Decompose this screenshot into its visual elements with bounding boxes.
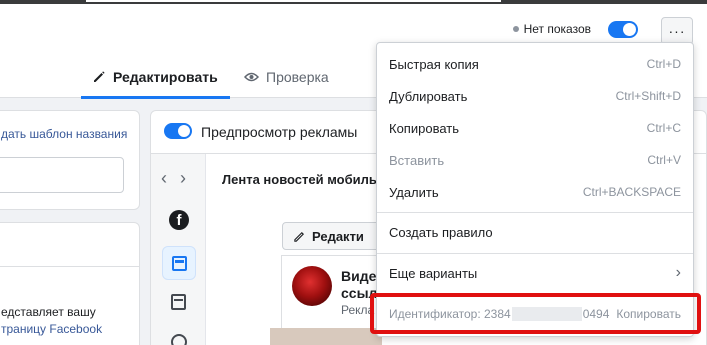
- menu-item-label: Копировать: [389, 120, 459, 136]
- toggle-knob: [623, 23, 636, 36]
- menu-item-copy[interactable]: Копировать Ctrl+C: [377, 112, 693, 144]
- tab-edit-label: Редактировать: [113, 69, 218, 85]
- card-divider: [0, 266, 139, 267]
- menu-item-shortcut: Ctrl+V: [647, 153, 681, 167]
- facebook-page-link[interactable]: траницу Facebook: [1, 322, 102, 336]
- pencil-icon: [294, 231, 305, 242]
- identity-card: едставляет вашу траницу Facebook: [0, 222, 140, 345]
- delivery-status: Нет показов: [512, 22, 591, 36]
- placement-nav: ‹ ›: [161, 168, 190, 189]
- active-tab-indicator: [81, 96, 230, 99]
- eye-icon: [244, 72, 259, 82]
- preview-title: Предпросмотр рекламы: [201, 124, 358, 140]
- highlight-box: [370, 293, 701, 334]
- tab-edit[interactable]: Редактировать: [92, 62, 218, 92]
- preview-toggle-knob: [178, 125, 190, 137]
- menu-item-shortcut: Ctrl+C: [646, 121, 681, 135]
- tab-review-label: Проверка: [266, 69, 329, 85]
- menu-item-label: Создать правило: [389, 224, 493, 240]
- ad-toggle[interactable]: [608, 21, 638, 38]
- menu-item-label: Дублировать: [389, 88, 468, 104]
- messenger-icon[interactable]: [171, 334, 187, 345]
- menu-item-label: Быстрая копия: [389, 56, 479, 72]
- menu-item-duplicate[interactable]: Дублировать Ctrl+Shift+D: [377, 80, 693, 112]
- page-avatar: [292, 266, 332, 306]
- feed-placement-label: Лента новостей мобильн: [222, 172, 385, 187]
- menu-item-shortcut: Ctrl+BACKSPACE: [582, 185, 681, 199]
- chevron-right-icon: ›: [675, 264, 681, 281]
- edit-preview-label: Редакти: [312, 228, 364, 244]
- chevron-right-icon[interactable]: ›: [180, 168, 190, 189]
- more-options-button[interactable]: ···: [661, 17, 693, 45]
- edit-preview-button[interactable]: Редакти: [282, 222, 382, 250]
- menu-item-label: Удалить: [389, 184, 439, 200]
- menu-item-more-variants[interactable]: Еще варианты ›: [377, 257, 693, 289]
- menu-item-quick-copy[interactable]: Быстрая копия Ctrl+D: [377, 48, 693, 80]
- feed-glyph: [172, 256, 187, 271]
- desktop-feed-icon[interactable]: [171, 294, 186, 310]
- status-label: Нет показов: [523, 22, 591, 36]
- identity-text: едставляет вашу: [1, 305, 96, 319]
- placement-sidebar: ‹ › f: [151, 154, 206, 345]
- menu-item-shortcut: Ctrl+Shift+D: [615, 89, 681, 103]
- top-strip-bar: [86, 0, 501, 2]
- preview-toggle[interactable]: [164, 123, 192, 139]
- pencil-icon: [94, 71, 105, 82]
- menu-item-shortcut: Ctrl+D: [646, 57, 681, 71]
- ad-post-preview: Виде ссыл Рекла: [270, 255, 382, 345]
- menu-item-label: Вставить: [389, 152, 445, 168]
- menu-divider: [377, 212, 693, 213]
- tab-review[interactable]: Проверка: [244, 62, 329, 92]
- mobile-feed-icon[interactable]: [162, 246, 196, 280]
- post-title-line1: Виде: [341, 268, 377, 284]
- menu-item-create-rule[interactable]: Создать правило: [377, 216, 693, 248]
- menu-item-paste: Вставить Ctrl+V: [377, 144, 693, 176]
- create-template-link[interactable]: дать шаблон названия: [1, 127, 127, 141]
- post-image: [270, 328, 382, 345]
- chevron-left-icon[interactable]: ‹: [161, 168, 171, 189]
- menu-item-label: Еще варианты: [389, 265, 478, 281]
- menu-item-delete[interactable]: Удалить Ctrl+BACKSPACE: [377, 176, 693, 208]
- status-dot-icon: [512, 26, 519, 32]
- name-template-card: дать шаблон названия: [0, 110, 140, 210]
- facebook-icon[interactable]: f: [169, 210, 189, 230]
- name-input[interactable]: [0, 157, 124, 193]
- menu-divider: [377, 253, 693, 254]
